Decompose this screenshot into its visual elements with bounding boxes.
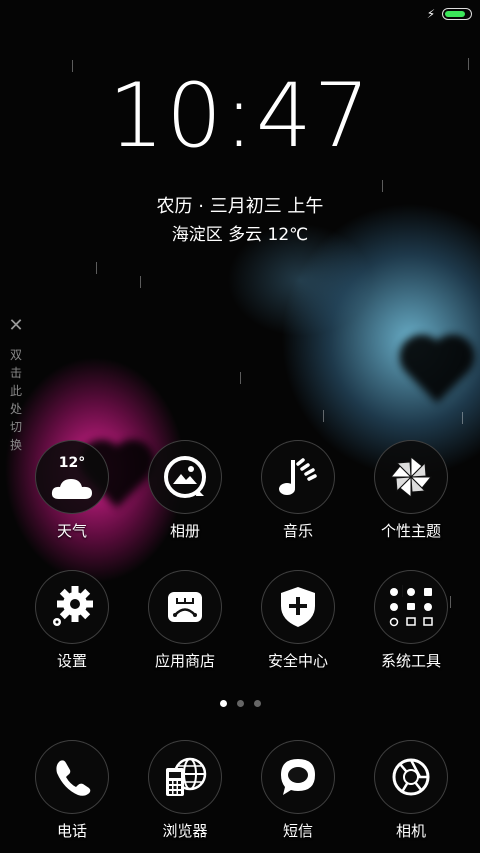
dock-messages[interactable]: 短信 — [246, 740, 350, 841]
lunar-date: 农历 · 三月初三 上午 — [156, 196, 324, 217]
app-label-messages: 短信 — [282, 822, 313, 840]
lockscreen-clock: 10:47 — [108, 64, 372, 167]
shield-icon[interactable] — [261, 570, 335, 644]
app-label-app-store: 应用商店 — [154, 652, 215, 670]
app-security[interactable]: 安全中心 — [246, 570, 350, 671]
tools-grid-icon[interactable] — [374, 570, 448, 644]
app-settings[interactable]: 设置 — [20, 570, 124, 671]
pinwheel-icon[interactable] — [374, 440, 448, 514]
app-label-security: 安全中心 — [267, 652, 328, 670]
gallery-icon[interactable] — [148, 440, 222, 514]
chat-bubble-icon[interactable] — [261, 740, 335, 814]
app-label-weather: 天气 — [56, 522, 87, 540]
app-label-phone: 电话 — [56, 822, 87, 840]
music-icon[interactable] — [261, 440, 335, 514]
store-bag-icon[interactable] — [148, 570, 222, 644]
globe-icon[interactable] — [148, 740, 222, 814]
app-weather[interactable]: 12° 天气 — [20, 440, 124, 541]
app-music[interactable]: 音乐 — [246, 440, 350, 541]
app-label-music: 音乐 — [282, 522, 313, 540]
app-label-browser: 浏览器 — [162, 822, 208, 840]
status-bar: ⚡ — [426, 6, 472, 22]
app-themes[interactable]: 个性主题 — [359, 440, 463, 541]
page-indicator[interactable] — [0, 700, 480, 707]
weather-summary: 海淀区 多云 12℃ — [171, 225, 309, 245]
switch-hint-text: 双 击 此 处 切 换 — [9, 348, 22, 452]
switch-hint[interactable]: ✕ 双 击 此 处 切 换 — [6, 316, 26, 454]
page-dot[interactable] — [219, 700, 227, 707]
dock-browser[interactable]: 浏览器 — [133, 740, 237, 841]
dock-camera[interactable]: 相机 — [359, 740, 463, 841]
camera-aperture-icon[interactable] — [374, 740, 448, 814]
app-label-tools: 系统工具 — [380, 652, 441, 670]
bolt-icon: ⚡ — [426, 7, 436, 21]
page-dot[interactable] — [253, 700, 261, 707]
close-icon[interactable]: ✕ — [6, 316, 26, 336]
app-label-themes: 个性主题 — [380, 522, 441, 540]
app-label-gallery: 相册 — [169, 522, 200, 540]
app-tools[interactable]: 系统工具 — [359, 570, 463, 671]
app-store[interactable]: 应用商店 — [133, 570, 237, 671]
dock-phone[interactable]: 电话 — [20, 740, 124, 841]
wallpaper-heart-blue — [405, 340, 469, 404]
app-label-camera: 相机 — [395, 822, 426, 840]
app-label-settings: 设置 — [56, 652, 87, 670]
weather-icon[interactable]: 12° — [35, 440, 109, 514]
gear-icon[interactable] — [35, 570, 109, 644]
battery-icon — [442, 8, 472, 20]
app-gallery[interactable]: 相册 — [133, 440, 237, 541]
page-dot[interactable] — [236, 700, 244, 707]
phone-icon[interactable] — [35, 740, 109, 814]
